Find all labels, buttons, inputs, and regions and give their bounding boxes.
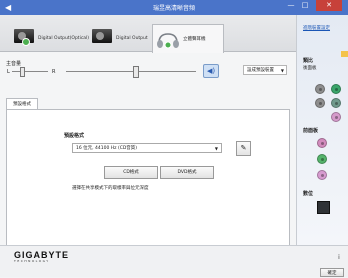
balance-slider-track[interactable] (12, 71, 48, 72)
front-jack-1[interactable] (317, 138, 327, 148)
rear-jack-5[interactable] (331, 112, 341, 122)
main-volume-label: 主音量 (6, 61, 22, 67)
rear-jack-3[interactable] (315, 98, 325, 108)
format-hint-text: 選擇在共享模式下的取樣率與位元深度 (72, 186, 149, 191)
folder-icon[interactable] (341, 51, 348, 57)
edit-icon: ✎ (240, 144, 247, 152)
cd-format-button[interactable]: CD格式 (104, 166, 158, 179)
format-label: 預設格式 (64, 133, 85, 139)
format-value: 16 位元, 44100 Hz (CD音質) (76, 146, 138, 151)
tab-stereo-headphones[interactable]: 立體聲耳機 (152, 24, 224, 53)
title-bar: ◀ 瑞昱高清晰音頻 — □ ✕ (0, 0, 348, 15)
main-panel: Digital Output(Optical) Digital Output 立… (0, 15, 296, 255)
tab-digital-output-optical[interactable]: Digital Output(Optical) (14, 26, 90, 50)
digital-title: 數位 (303, 191, 314, 197)
settings-panel (6, 109, 290, 255)
gigabyte-logo: GIGABYTE TECHNOLOGY (14, 250, 69, 263)
chevron-down-icon: ▼ (214, 146, 218, 151)
maximize-button[interactable]: □ (298, 0, 312, 11)
analog-title: 類比 (303, 58, 314, 64)
info-icon[interactable]: i (336, 254, 342, 262)
advanced-settings-link[interactable]: 進階裝置設定 (303, 25, 330, 31)
tab-digital-output[interactable]: Digital Output (92, 26, 152, 50)
optical-port-icon[interactable] (317, 201, 330, 214)
rear-jack-1[interactable] (315, 84, 325, 94)
format-select[interactable]: 16 位元, 44100 Hz (CD音質) ▼ (72, 143, 222, 153)
edit-format-button[interactable]: ✎ (236, 141, 251, 156)
close-button[interactable]: ✕ (316, 0, 342, 11)
mute-button[interactable]: ◀) (203, 64, 219, 78)
chevron-down-icon: ▼ (280, 68, 284, 73)
rear-jack-2[interactable] (331, 84, 341, 94)
tab-label: 立體聲耳機 (183, 37, 206, 42)
footer: GIGABYTE TECHNOLOGY i 確定 (0, 245, 348, 277)
front-jack-3[interactable] (317, 170, 327, 180)
headphone-icon (156, 31, 180, 51)
balance-slider-thumb[interactable] (20, 67, 25, 77)
front-panel-label: 前面板 (303, 128, 319, 134)
default-device-select[interactable]: 設成預設裝置 ▼ (243, 65, 287, 75)
default-device-value: 設成預設裝置 (247, 68, 274, 73)
tab-label: Digital Output (116, 36, 148, 41)
speaker-box-icon (92, 29, 112, 43)
balance-left-label: L (7, 69, 10, 75)
volume-slider-thumb[interactable] (133, 66, 139, 78)
tab-label: Digital Output(Optical) (38, 36, 90, 41)
front-jack-2[interactable] (317, 154, 327, 164)
rear-jack-4[interactable] (331, 98, 341, 108)
volume-slider-track[interactable] (66, 71, 196, 72)
connector-panel: 進階裝置設定 類比 後面板 前面板 數位 (296, 15, 348, 245)
rear-panel-label: 後面板 (303, 66, 317, 71)
minimize-button[interactable]: — (284, 0, 298, 11)
device-tab-strip: Digital Output(Optical) Digital Output 立… (0, 15, 296, 53)
balance-right-label: R (52, 69, 56, 75)
dvd-format-button[interactable]: DVD格式 (160, 166, 214, 179)
speaker-box-icon (14, 29, 34, 46)
speaker-volume-icon: ◀) (206, 67, 216, 75)
